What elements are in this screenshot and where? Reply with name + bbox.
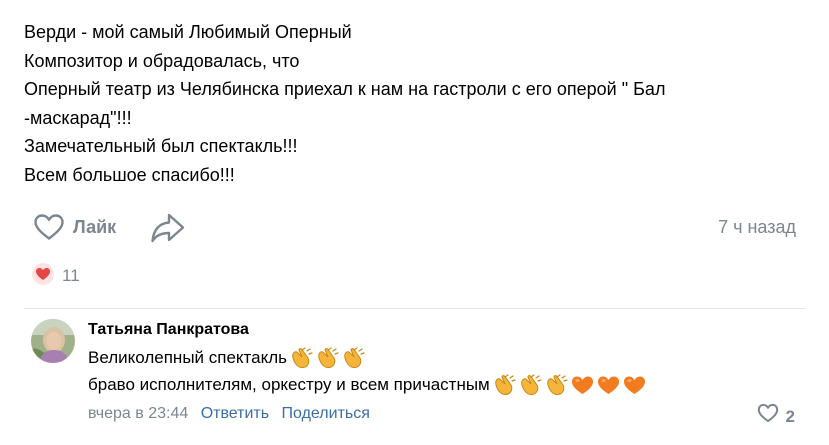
comment-like-button[interactable]: 2 (757, 403, 795, 431)
comment-line-text: Великолепный спектакль (88, 348, 288, 367)
comment-line-text: браво исполнителям, оркестру и всем прич… (88, 375, 490, 394)
reactions-summary[interactable]: 11 (32, 262, 80, 290)
comment-line: Великолепный спектакль (88, 344, 798, 371)
post-timestamp[interactable]: 7 ч назад (718, 217, 796, 238)
orange-heart-emoji (622, 374, 648, 396)
post-line: -маскарад"!!! (24, 107, 132, 128)
heart-outline-icon (757, 403, 779, 431)
clapping-hands-emoji (544, 373, 570, 396)
emoji-group (492, 373, 648, 396)
clapping-hands-emoji (341, 346, 367, 369)
avatar[interactable] (31, 319, 75, 363)
post-line: Оперный театр из Челябинска приехал к на… (24, 79, 666, 99)
comment-footer: вчера в 23:44 Ответить Поделиться 2 (88, 402, 798, 426)
share-arrow-icon (148, 213, 188, 248)
post-text: Верди - мой самый Любимый Оперный Композ… (24, 18, 814, 189)
comment: Татьяна Панкратова Великолепный спектакл… (88, 318, 798, 398)
heart-filled-icon (32, 262, 54, 290)
orange-heart-emoji (596, 374, 622, 396)
comments-divider (24, 308, 805, 309)
clapping-hands-emoji (492, 373, 518, 396)
clapping-hands-emoji (315, 346, 341, 369)
comment-like-count: 2 (785, 407, 795, 426)
like-button[interactable]: Лайк (33, 210, 116, 244)
post-line: Композитор и обрадовалась, что (24, 50, 300, 71)
emoji-group (289, 346, 367, 369)
share-button[interactable] (148, 212, 188, 244)
post-actions-bar: Лайк 7 ч назад (0, 206, 829, 250)
reply-link[interactable]: Ответить (201, 405, 269, 422)
clapping-hands-emoji (289, 346, 315, 369)
post-line: Замечательный был спектакль!!! (24, 136, 298, 156)
post-line: Всем большое спасибо!!! (24, 164, 235, 185)
comment-author[interactable]: Татьяна Панкратова (88, 318, 798, 342)
orange-heart-emoji (570, 374, 596, 396)
comment-text: Великолепный спектакль браво исполнителя… (88, 344, 798, 398)
like-label: Лайк (73, 216, 117, 237)
share-link[interactable]: Поделиться (282, 405, 370, 422)
heart-outline-icon (33, 213, 65, 241)
comment-line: браво исполнителям, оркестру и всем прич… (88, 371, 798, 398)
post-line: Верди - мой самый Любимый Оперный (24, 22, 352, 42)
reaction-count: 11 (62, 266, 80, 285)
comment-date[interactable]: вчера в 23:44 (88, 405, 188, 422)
clapping-hands-emoji (518, 373, 544, 396)
